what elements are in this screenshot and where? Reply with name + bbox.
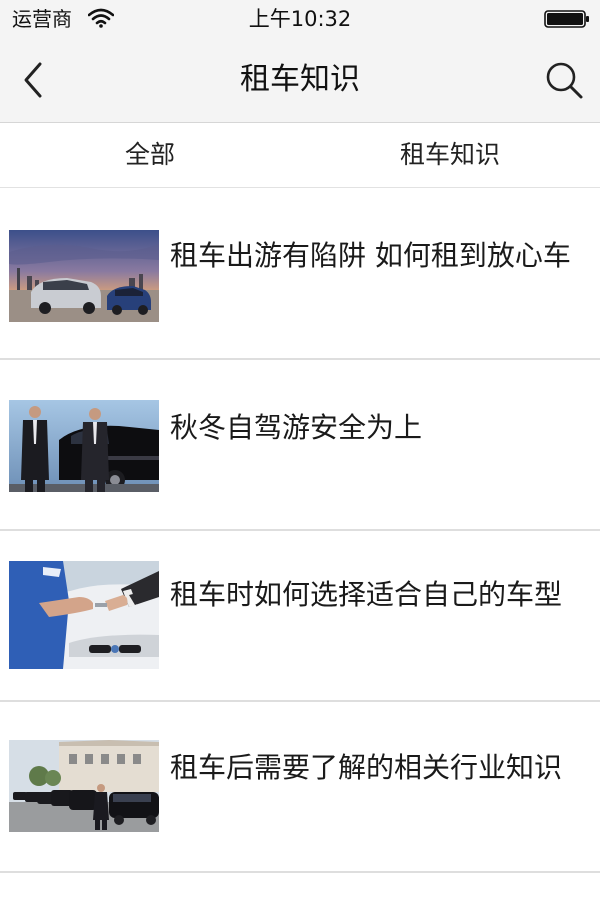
app-screen: 运营商 上午10:32 租车知识 全部 租车知识 租车出游有陷阱 如何租到放心车… bbox=[0, 0, 600, 900]
key-handover-image bbox=[9, 561, 159, 669]
tab-rental-knowledge[interactable]: 租车知识 bbox=[300, 123, 600, 187]
article-title: 租车时如何选择适合自己的车型 bbox=[170, 578, 563, 611]
fleet-of-black-cars-image bbox=[9, 740, 159, 832]
list-item[interactable]: 租车后需要了解的相关行业知识 bbox=[0, 702, 600, 873]
category-tabs: 全部 租车知识 bbox=[0, 123, 600, 188]
vans-at-sunset-image bbox=[9, 230, 159, 322]
chauffeurs-by-black-car-image bbox=[9, 400, 159, 492]
list-item[interactable]: 租车出游有陷阱 如何租到放心车 bbox=[0, 188, 600, 360]
search-icon[interactable] bbox=[542, 58, 586, 102]
page-title: 租车知识 bbox=[240, 62, 360, 97]
article-title: 租车后需要了解的相关行业知识 bbox=[170, 751, 563, 784]
status-bar: 运营商 上午10:32 bbox=[0, 0, 600, 38]
article-title: 秋冬自驾游安全为上 bbox=[170, 411, 423, 444]
list-item[interactable]: 秋冬自驾游安全为上 bbox=[0, 360, 600, 531]
article-list: 租车出游有陷阱 如何租到放心车 秋冬自驾游安全为上 租车时如何选择适合自己的车型… bbox=[0, 188, 600, 873]
tab-all[interactable]: 全部 bbox=[0, 123, 300, 187]
article-title: 租车出游有陷阱 如何租到放心车 bbox=[170, 239, 571, 272]
battery-icon bbox=[544, 10, 589, 28]
navigation-bar: 租车知识 bbox=[0, 38, 600, 123]
list-item[interactable]: 租车时如何选择适合自己的车型 bbox=[0, 531, 600, 702]
status-time: 上午10:32 bbox=[248, 7, 352, 31]
